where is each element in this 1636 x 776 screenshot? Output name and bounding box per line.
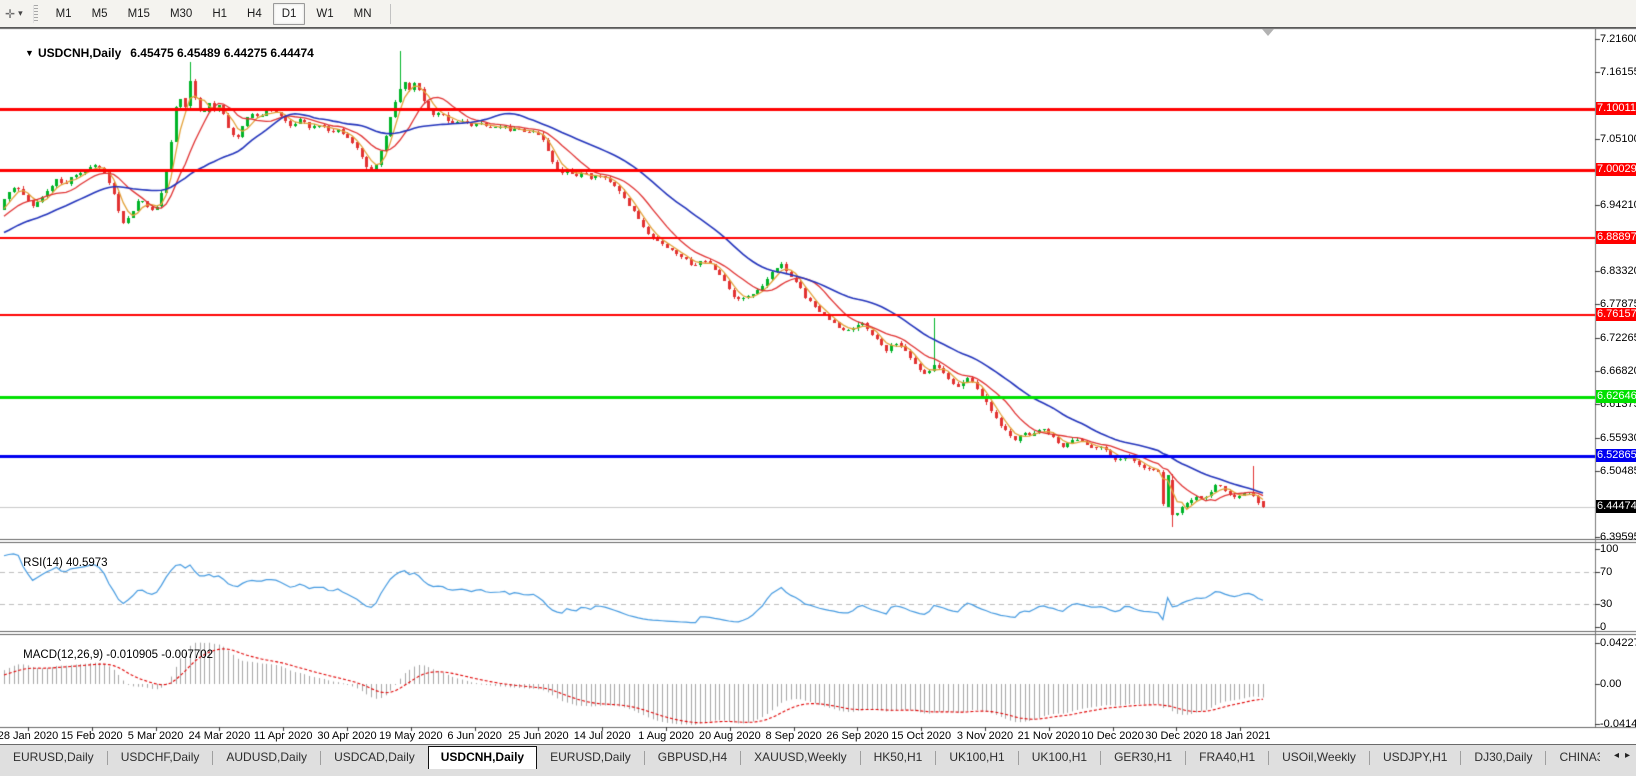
- dropdown-caret-icon[interactable]: ▾: [18, 8, 23, 19]
- chart-tab-uk100-h1[interactable]: UK100,H1: [936, 746, 1017, 769]
- date-axis-label: 8 Sep 2020: [765, 730, 821, 742]
- date-axis-label: 14 Jul 2020: [574, 730, 631, 742]
- timeframe-button-d1[interactable]: D1: [273, 3, 306, 25]
- date-axis-label: 30 Dec 2020: [1145, 730, 1207, 742]
- chart-tab-ger30-h1[interactable]: GER30,H1: [1101, 746, 1185, 769]
- chart-tab-dj30-daily[interactable]: DJ30,Daily: [1461, 746, 1545, 769]
- chart-tab-hk50-h1[interactable]: HK50,H1: [861, 746, 936, 769]
- timeframe-button-m15[interactable]: M15: [119, 3, 159, 25]
- date-axis-label: 18 Jan 2021: [1210, 730, 1271, 742]
- date-axis-label: 28 Jan 2020: [0, 730, 58, 742]
- tabs-scroll-right-icon[interactable]: ▸: [1625, 750, 1630, 761]
- date-axis-label: 19 May 2020: [379, 730, 443, 742]
- chart-symbol-period: USDCNH,Daily: [38, 46, 121, 60]
- macd-indicator-label: MACD(12,26,9) -0.010905 -0.007702: [4, 637, 213, 673]
- date-axis-label: 1 Aug 2020: [638, 730, 694, 742]
- price-axis-label: 6.55930: [1600, 432, 1636, 444]
- rsi-axis-label: 100: [1600, 543, 1618, 555]
- rsi-axis-label: 0: [1600, 621, 1606, 633]
- chart-tab-eurusd-daily[interactable]: EURUSD,Daily: [537, 746, 644, 769]
- toolbar-separator: [390, 4, 391, 24]
- date-axis-label: 5 Mar 2020: [128, 730, 184, 742]
- mt4-window: ✛ ▾ M1M5M15M30H1H4D1W1MN ▼ USDCNH,Daily 6.…: [0, 0, 1636, 776]
- timeframe-button-w1[interactable]: W1: [307, 3, 342, 25]
- chart-tab-fra40-h1[interactable]: FRA40,H1: [1186, 746, 1268, 769]
- date-axis-label: 24 Mar 2020: [189, 730, 251, 742]
- date-axis-label: 15 Feb 2020: [61, 730, 123, 742]
- price-axis-label: 7.05100: [1600, 133, 1636, 145]
- timeframe-button-h1[interactable]: H1: [203, 3, 236, 25]
- timeframe-button-m5[interactable]: M5: [83, 3, 117, 25]
- rsi-indicator-label: RSI(14) 40.5973: [4, 545, 108, 581]
- rsi-name: RSI(14): [23, 557, 63, 569]
- hline-price-tag: 6.62646: [1596, 390, 1636, 403]
- macd-main-value: -0.010905: [106, 649, 158, 661]
- macd-axis-label: -0.04148: [1600, 718, 1636, 730]
- date-axis-label: 21 Nov 2020: [1018, 730, 1080, 742]
- hline-price-tag: 6.52865: [1596, 449, 1636, 462]
- macd-axis-label: 0.00: [1600, 678, 1621, 690]
- date-axis-label: 11 Apr 2020: [254, 730, 313, 742]
- rsi-value: 40.5973: [66, 557, 108, 569]
- price-chart-canvas[interactable]: [0, 28, 1636, 744]
- chart-tab-eurusd-daily[interactable]: EURUSD,Daily: [0, 746, 107, 769]
- chart-tab-usdjpy-h1[interactable]: USDJPY,H1: [1370, 746, 1460, 769]
- price-axis-label: 7.21600: [1600, 33, 1636, 45]
- timeframe-button-mn[interactable]: MN: [345, 3, 381, 25]
- date-axis-label: 30 Apr 2020: [317, 730, 376, 742]
- chart-shift-marker-icon: [1262, 29, 1274, 36]
- timeframe-buttons: M1M5M15M30H1H4D1W1MN: [46, 0, 382, 27]
- price-axis-label: 6.94210: [1600, 199, 1636, 211]
- macd-name: MACD(12,26,9): [23, 649, 103, 661]
- tabs-scroll-left-icon[interactable]: ◂: [1614, 750, 1619, 761]
- chart-tab-gbpusd-h4[interactable]: GBPUSD,H4: [645, 746, 740, 769]
- timeframe-button-h4[interactable]: H4: [238, 3, 271, 25]
- chart-tab-usoil-weekly[interactable]: USOil,Weekly: [1269, 746, 1369, 769]
- timeframe-button-m30[interactable]: M30: [161, 3, 201, 25]
- macd-signal-value: -0.007702: [161, 649, 213, 661]
- chart-ohlc-values: 6.45475 6.45489 6.44275 6.44474: [130, 46, 314, 60]
- chart-tabs-bar: EURUSD,DailyUSDCHF,DailyAUDUSD,DailyUSDC…: [0, 744, 1636, 776]
- price-axis-label: 6.66820: [1600, 365, 1636, 377]
- price-axis-label: 6.39595: [1600, 531, 1636, 543]
- chart-tab-china300-h1[interactable]: CHINA300,H1: [1546, 746, 1600, 769]
- rsi-axis-label: 30: [1600, 598, 1612, 610]
- cursor-tool-icon[interactable]: ✛: [5, 7, 15, 21]
- chart-tab-uk100-h1[interactable]: UK100,H1: [1019, 746, 1100, 769]
- chart-tab-usdcnh-daily[interactable]: USDCNH,Daily: [428, 746, 537, 769]
- chart-tab-audusd-daily[interactable]: AUDUSD,Daily: [213, 746, 320, 769]
- date-axis-label: 26 Sep 2020: [826, 730, 888, 742]
- chart-tab-xauusd-weekly[interactable]: XAUUSD,Weekly: [741, 746, 859, 769]
- chart-title: ▼ USDCNH,Daily 6.45475 6.45489 6.44275 6.4…: [5, 32, 314, 74]
- chart-tab-usdcad-daily[interactable]: USDCAD,Daily: [321, 746, 428, 769]
- price-axis-label: 6.83320: [1600, 265, 1636, 277]
- timeframe-button-m1[interactable]: M1: [47, 3, 81, 25]
- chart-window: ▼ USDCNH,Daily 6.45475 6.45489 6.44275 6.4…: [0, 28, 1636, 744]
- chart-tab-usdchf-daily[interactable]: USDCHF,Daily: [108, 746, 213, 769]
- hline-price-tag: 6.76157: [1596, 308, 1636, 321]
- current-price-tag: 6.44474: [1596, 500, 1636, 513]
- macd-axis-label: 0.042275: [1600, 637, 1636, 649]
- date-axis-label: 15 Oct 2020: [891, 730, 951, 742]
- date-axis-label: 6 Jun 2020: [447, 730, 501, 742]
- date-axis-label: 3 Nov 2020: [957, 730, 1013, 742]
- price-axis-label: 6.72265: [1600, 332, 1636, 344]
- price-axis-label: 7.16155: [1600, 66, 1636, 78]
- rsi-axis-label: 70: [1600, 566, 1612, 578]
- toolbar-grip[interactable]: [33, 5, 38, 23]
- timeframe-toolbar: ✛ ▾ M1M5M15M30H1H4D1W1MN: [0, 0, 1636, 28]
- tabs-scroll-arrows: ◂ ▸: [1600, 745, 1636, 761]
- hline-price-tag: 7.10011: [1596, 102, 1636, 115]
- hline-price-tag: 7.00029: [1596, 163, 1636, 176]
- date-axis-label: 10 Dec 2020: [1081, 730, 1143, 742]
- chart-tabs: EURUSD,DailyUSDCHF,DailyAUDUSD,DailyUSDC…: [0, 746, 1600, 769]
- price-axis-label: 6.50485: [1600, 465, 1636, 477]
- collapse-triangle-icon[interactable]: ▼: [25, 48, 34, 58]
- date-axis-label: 20 Aug 2020: [699, 730, 761, 742]
- hline-price-tag: 6.88897: [1596, 231, 1636, 244]
- date-axis-label: 25 Jun 2020: [508, 730, 569, 742]
